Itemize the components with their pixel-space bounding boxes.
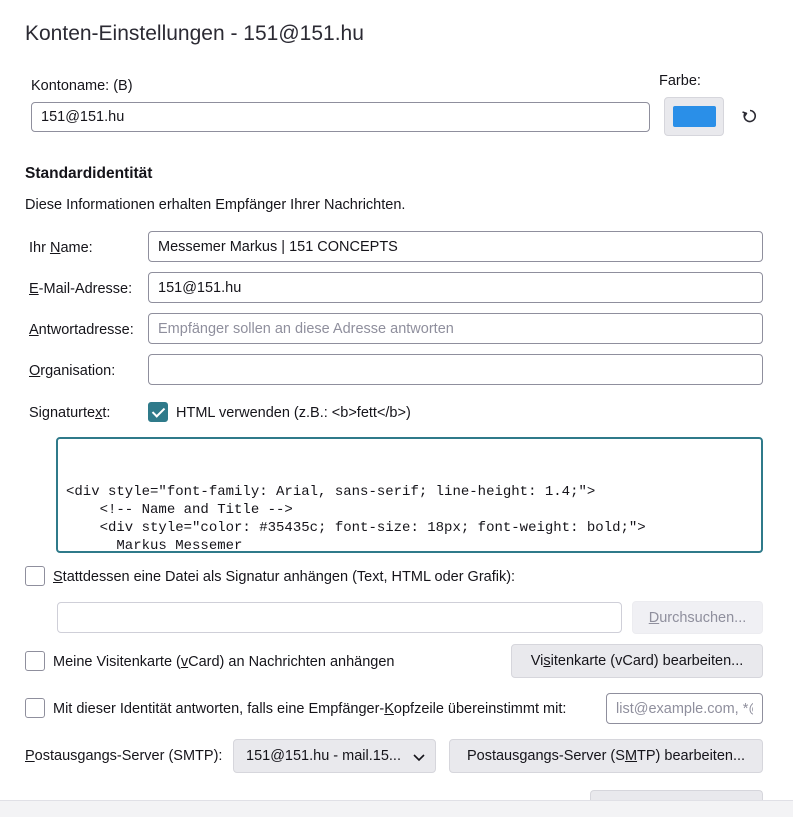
color-picker-button[interactable] xyxy=(664,97,724,136)
your-name-label: Ihr Name: xyxy=(29,240,93,256)
identity-section-title: Standardidentität xyxy=(25,165,153,182)
color-label: Farbe: xyxy=(659,73,701,89)
signature-line: Markus Messemer xyxy=(66,538,243,553)
resize-grip-icon[interactable] xyxy=(747,537,759,549)
smtp-server-select[interactable]: 151@151.hu - mail.15... xyxy=(233,739,436,773)
organization-input[interactable] xyxy=(148,354,763,385)
reply-to-label: Antwortadresse: xyxy=(29,322,134,338)
attach-file-signature-checkbox[interactable] xyxy=(25,566,45,586)
use-html-checkbox[interactable] xyxy=(148,402,168,422)
identity-description: Diese Informationen erhalten Empfänger I… xyxy=(25,197,406,213)
reply-identity-checkbox[interactable] xyxy=(25,698,45,718)
account-name-label: Kontoname: (B) xyxy=(31,78,133,94)
edit-vcard-button[interactable]: Vi s itenkarte (vCard) bearbeiten... xyxy=(511,644,763,678)
your-name-input[interactable] xyxy=(148,231,763,262)
color-swatch xyxy=(672,106,716,127)
use-html-label: HTML verwenden (z.B.: <b>fett</b>) xyxy=(176,405,411,421)
reset-color-icon[interactable] xyxy=(740,106,760,126)
signature-line: <div style="color: #35435c; font-size: 1… xyxy=(66,520,646,536)
attach-vcard-checkbox[interactable] xyxy=(25,651,45,671)
email-input[interactable] xyxy=(148,272,763,303)
smtp-selected-value: 151@151.hu - mail.15... xyxy=(246,748,401,764)
account-name-input[interactable] xyxy=(31,102,650,132)
page-title: Konten-Einstellungen - 151@151.hu xyxy=(25,22,364,45)
organization-label: Organisation: xyxy=(29,363,116,379)
signature-label: Signaturtext: xyxy=(29,405,111,421)
reply-identity-headers-input[interactable] xyxy=(606,693,763,724)
edit-smtp-button[interactable]: Postausgangs-Server (S M TP) bearbeiten... xyxy=(449,739,763,773)
reply-to-input[interactable] xyxy=(148,313,763,344)
signature-file-path-input[interactable] xyxy=(57,602,622,633)
signature-text-lines: <div style="font-family: Arial, sans-ser… xyxy=(66,483,753,553)
attach-vcard-label: Meine Visitenkarte (vCard) an Nachrichte… xyxy=(53,654,395,670)
smtp-label: Postausgangs-Server (SMTP): xyxy=(25,748,223,764)
signature-line: <div style="font-family: Arial, sans-ser… xyxy=(66,484,596,500)
browse-button[interactable]: Durchsuchen... xyxy=(632,601,763,634)
bottom-scroll-edge xyxy=(0,800,793,817)
signature-textarea[interactable]: <div style="font-family: Arial, sans-ser… xyxy=(56,437,763,553)
email-label: E-Mail-Adresse: xyxy=(29,281,133,297)
attach-file-signature-label: Stattdessen eine Datei als Signatur anhä… xyxy=(53,569,516,585)
reply-identity-label: Mit dieser Identität antworten, falls ei… xyxy=(53,701,567,717)
signature-line: <!-- Name and Title --> xyxy=(66,502,293,518)
chevron-down-icon xyxy=(412,751,426,767)
